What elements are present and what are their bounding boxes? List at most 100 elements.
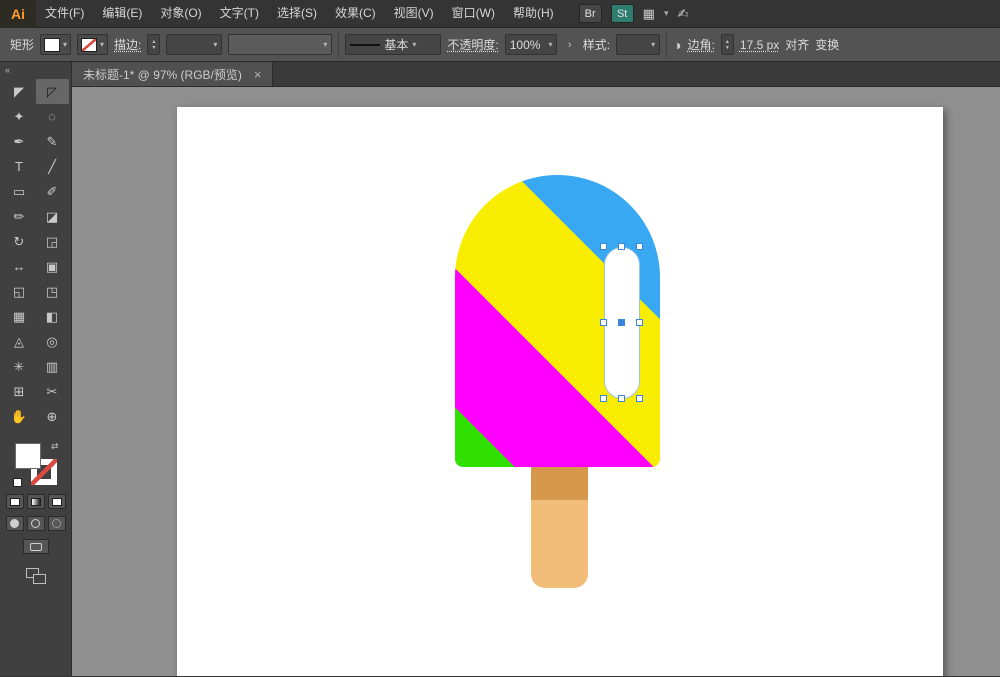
direct-selection-tool[interactable]: ◸ (36, 79, 69, 104)
caret-down-icon: ▾ (213, 40, 217, 49)
control-bar: 矩形 ▾ ▾ 描边: ▴ ▾ ▾ ▾ 基本 ▾ 不透明度: 100% (0, 28, 1000, 62)
gradient-icon (31, 498, 41, 506)
width-tool[interactable]: ↔ (3, 254, 36, 279)
draw-behind-button[interactable] (27, 516, 45, 531)
eyedropper-tool[interactable]: ◬ (3, 329, 36, 354)
slice-tool[interactable]: ✂ (36, 379, 69, 404)
menu-item[interactable]: 窗口(W) (443, 0, 504, 27)
opacity-dropdown[interactable]: 100% ▾ (505, 34, 557, 55)
none-icon (52, 498, 62, 506)
shaper-tool[interactable]: ✏ (3, 204, 36, 229)
rotate-tool[interactable]: ↻ (3, 229, 36, 254)
recolor-artwork-icon[interactable]: ◑ (673, 37, 681, 53)
close-tab-icon[interactable]: × (254, 67, 262, 82)
curvature-tool[interactable]: ✎ (36, 129, 69, 154)
eraser-tool[interactable]: ◪ (36, 204, 69, 229)
selection-handle-bottom-left[interactable] (600, 395, 607, 402)
stroke-weight-label[interactable]: 描边: (114, 36, 141, 53)
stepper-down-icon[interactable]: ▾ (722, 45, 733, 51)
selection-handle-middle-left[interactable] (600, 319, 607, 326)
canvas[interactable] (72, 87, 1000, 676)
menu-item[interactable]: 文字(T) (211, 0, 268, 27)
bridge-button[interactable]: Br (579, 4, 602, 23)
pen-tool[interactable]: ✒ (3, 129, 36, 154)
document-tab-bar: 未标题-1* @ 97% (RGB/预览) × (72, 62, 1000, 87)
type-tool[interactable]: T (3, 154, 36, 179)
transform-button[interactable]: 变换 (815, 36, 839, 53)
stock-button[interactable]: St (611, 4, 634, 23)
free-transform-tool[interactable]: ▣ (36, 254, 69, 279)
workspace-layout-icon[interactable]: ▦ (643, 6, 655, 22)
selection-handle-top-right[interactable] (636, 243, 643, 250)
line-segment-tool[interactable]: ╱ (36, 154, 69, 179)
touch-workspace-icon[interactable]: ✍ (677, 6, 688, 22)
arrange-documents-icon[interactable] (26, 568, 46, 584)
selection-handle-middle-right[interactable] (636, 319, 643, 326)
lasso-tool[interactable]: ◌ (36, 104, 69, 129)
fill-color-control[interactable]: ▾ (40, 34, 71, 55)
opacity-label[interactable]: 不透明度: (447, 36, 498, 53)
selection-handle-bottom-right[interactable] (636, 395, 643, 402)
draw-normal-button[interactable] (6, 516, 24, 531)
fill-swatch-white[interactable] (15, 443, 41, 469)
none-button[interactable] (48, 494, 66, 509)
collapse-panel-chevron[interactable]: « (0, 62, 71, 79)
swap-fill-stroke-icon[interactable]: ⇄ (51, 441, 59, 452)
menu-item[interactable]: 对象(O) (151, 0, 210, 27)
stroke-profile-value: 基本 (384, 36, 408, 53)
workspace-caret-icon[interactable]: ▾ (664, 8, 669, 19)
blend-tool[interactable]: ◎ (36, 329, 69, 354)
selection-tool[interactable]: ◤ (3, 79, 36, 104)
shape-builder-tool[interactable]: ◱ (3, 279, 36, 304)
stroke-weight-dropdown[interactable]: ▾ (166, 34, 222, 55)
tools-panel: « ◤ ◸ ✦ ◌ (0, 62, 72, 676)
align-button[interactable]: 对齐 (785, 36, 809, 53)
popsicle-stick-shadow (531, 467, 588, 500)
artboard[interactable] (177, 107, 943, 676)
style-dropdown[interactable]: ▾ (616, 34, 660, 55)
draw-behind-icon (31, 519, 40, 528)
menu-item[interactable]: 帮助(H) (504, 0, 563, 27)
corner-stepper[interactable]: ▴ ▾ (721, 34, 734, 55)
column-graph-tool[interactable]: ▥ (36, 354, 69, 379)
gradient-tool[interactable]: ◧ (36, 304, 69, 329)
corner-label[interactable]: 边角: (688, 36, 715, 53)
artboard-tool[interactable]: ⊞ (3, 379, 36, 404)
divider (666, 32, 667, 58)
color-button[interactable] (6, 494, 24, 509)
document-tab[interactable]: 未标题-1* @ 97% (RGB/预览) × (72, 62, 273, 86)
gradient-button[interactable] (27, 494, 45, 509)
selection-handle-top-center[interactable] (618, 243, 625, 250)
menu-item[interactable]: 视图(V) (385, 0, 443, 27)
menu-item[interactable]: 效果(C) (326, 0, 385, 27)
selection-center-point[interactable] (618, 319, 625, 326)
menu-item[interactable]: 文件(F) (36, 0, 93, 27)
corner-value-field[interactable]: 17.5 px (740, 38, 779, 52)
magic-wand-tool[interactable]: ✦ (3, 104, 36, 129)
stroke-none-swatch (81, 38, 97, 52)
brush-definition-dropdown[interactable]: ▾ (228, 34, 332, 55)
symbol-sprayer-tool[interactable]: ✳ (3, 354, 36, 379)
popsicle-stick-shape[interactable] (531, 467, 588, 588)
menu-item[interactable]: 编辑(E) (93, 0, 151, 27)
scale-tool[interactable]: ◲ (36, 229, 69, 254)
zoom-tool[interactable]: ⊕ (36, 404, 69, 429)
document-area: 未标题-1* @ 97% (RGB/预览) × (72, 62, 1000, 676)
opacity-flyout-button[interactable]: › (563, 36, 577, 54)
paintbrush-tool[interactable]: ✐ (36, 179, 69, 204)
stroke-color-control[interactable]: ▾ (77, 34, 108, 55)
stroke-weight-stepper[interactable]: ▴ ▾ (147, 34, 160, 55)
stepper-down-icon[interactable]: ▾ (148, 45, 159, 51)
selection-handle-bottom-center[interactable] (618, 395, 625, 402)
menu-item[interactable]: 选择(S) (268, 0, 326, 27)
screen-mode-button[interactable] (23, 539, 49, 554)
hand-tool[interactable]: ✋ (3, 404, 36, 429)
stroke-profile-dropdown[interactable]: 基本 ▾ (345, 34, 441, 55)
perspective-grid-tool[interactable]: ◳ (36, 279, 69, 304)
default-fill-stroke-icon[interactable] (13, 478, 22, 487)
draw-inside-icon (52, 519, 61, 528)
rectangle-tool[interactable]: ▭ (3, 179, 36, 204)
mesh-tool[interactable]: ▦ (3, 304, 36, 329)
draw-inside-button[interactable] (48, 516, 66, 531)
selection-handle-top-left[interactable] (600, 243, 607, 250)
